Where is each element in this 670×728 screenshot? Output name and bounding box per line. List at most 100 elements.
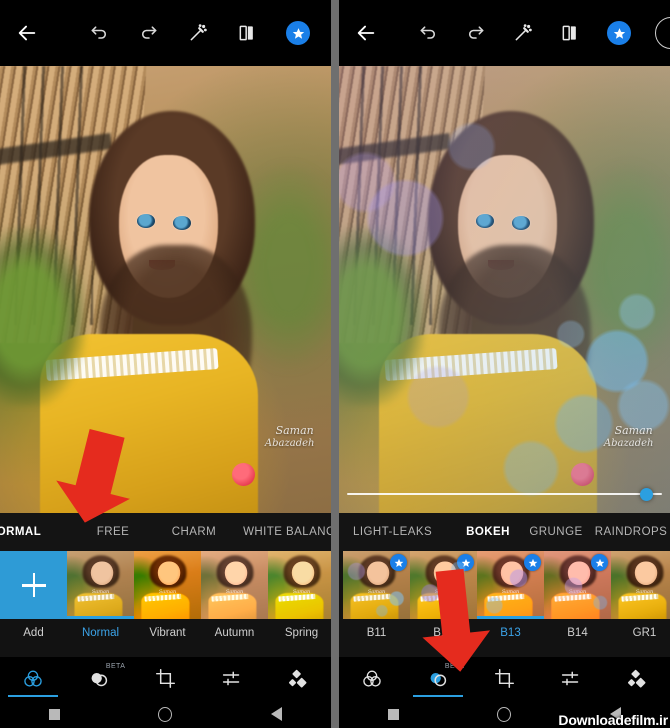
top-toolbar: Next [339,0,670,66]
filter-item-spring[interactable]: Saman Spring [268,551,331,639]
filter-label-add: Add [23,627,44,639]
filter-thumbnail-strip[interactable]: Add Saman Normal Saman Vibrant Saman Aut… [0,551,331,657]
thumbnail-bokeh-overlay [343,551,410,619]
filter-label-normal: Normal [81,627,120,639]
photo-watermark: Saman Abazadeh [604,424,654,450]
active-tool-indicator [413,695,464,697]
overlay-opacity-slider[interactable] [347,487,662,501]
foliage-left [0,226,87,406]
filter-thumbnail-autumn[interactable]: Saman [201,551,268,619]
filter-item-normal[interactable]: Saman Normal [67,551,134,639]
category-tab-bar[interactable]: NORMAL FREE CHARM WHITE BALANCE BLACK & [0,513,331,551]
undo-icon[interactable] [411,16,445,50]
thumbnail-image [201,551,268,619]
category-tab-normal[interactable]: NORMAL [0,526,74,538]
effects-tool-button[interactable] [265,657,331,700]
subject-eye-right [172,216,191,231]
filter-item-vibrant[interactable]: Saman Vibrant [134,551,201,639]
undo-icon[interactable] [82,16,116,50]
blend-tool-button[interactable]: BETA [405,657,471,700]
filters-tool-button[interactable] [0,657,66,700]
filter-thumbnail-gr1[interactable]: Saman [611,551,670,619]
filter-label-vibrant: Vibrant [149,627,186,639]
slider-track[interactable] [347,492,662,496]
filter-thumbnail-vibrant[interactable]: Saman [134,551,201,619]
filter-thumbnail-b11[interactable]: Saman [343,551,410,619]
panel-divider [331,0,339,728]
redo-icon[interactable] [132,16,166,50]
compare-split-icon[interactable] [553,16,587,50]
android-nav-bar[interactable] [0,700,331,728]
filters-tool-button[interactable] [339,657,405,700]
dual-screenshot-comparison: Next Saman Abaz [0,0,670,728]
filter-thumbnail-strip[interactable]: Saman B11 Saman B12 [339,551,670,657]
filter-thumbnail-b14[interactable]: Saman [544,551,611,619]
category-tab-bar[interactable]: LIGHT-LEAKS BOKEH GRUNGE RAINDROPS PAPE [339,513,670,551]
thumbnail-watermark: Saman [225,589,244,596]
blend-tool-button[interactable]: BETA [66,657,132,700]
filter-item-b12[interactable]: Saman B12 [410,551,477,639]
foliage-left [339,226,426,406]
filter-item-gr1[interactable]: Saman GR1 [611,551,670,639]
filter-label-spring: Spring [284,627,319,639]
crop-tool-button[interactable] [471,657,537,700]
category-tab-raindrops[interactable]: RAINDROPS [591,526,670,538]
filter-thumbnail-b12[interactable]: Saman [410,551,477,619]
photo-watermark: Saman Abazadeh [265,424,315,450]
filter-item-autumn[interactable]: Saman Autumn [201,551,268,639]
magic-wand-icon[interactable] [505,16,539,50]
filter-label-b13: B13 [500,627,521,639]
filter-thumbnail-spring[interactable]: Saman [268,551,331,619]
photo-canvas[interactable]: Saman Abazadeh [339,66,670,513]
triangle-left-icon[interactable] [270,707,282,721]
filter-thumbnail-normal[interactable]: Saman [67,551,134,619]
next-button[interactable]: Next [655,17,670,49]
filter-label-b12: B12 [433,627,454,639]
thumbnail-image [611,551,670,619]
thumbnail-bokeh-overlay [477,551,544,619]
circle-icon[interactable] [497,706,512,722]
thumbnail-watermark: Saman [635,589,654,596]
beta-badge: BETA [105,663,126,670]
star-icon[interactable] [286,21,310,45]
thumbnail-bokeh-overlay [544,551,611,619]
photo-watermark-line1: Saman [275,424,314,438]
circle-icon[interactable] [158,706,173,722]
lollipop [570,462,594,487]
photo-image: Saman Abazadeh [339,66,670,513]
adjust-tool-button[interactable] [199,657,265,700]
filter-label-b11: B11 [366,627,387,639]
star-icon[interactable] [607,21,631,45]
filter-item-b11[interactable]: Saman B11 [343,551,410,639]
editor-tool-bar[interactable]: BETA [0,657,331,700]
filter-item-b13[interactable]: Saman B13 [477,551,544,639]
category-tab-bokeh[interactable]: BOKEH [455,526,521,538]
photo-watermark-line2: Abazadeh [603,437,654,449]
square-icon[interactable] [49,708,61,720]
category-tab-grunge[interactable]: GRUNGE [521,526,591,538]
slider-handle[interactable] [640,487,654,501]
magic-wand-icon[interactable] [180,16,214,50]
site-watermark: Downloadefilm.ir [558,712,668,728]
category-tab-charm[interactable]: CHARM [152,526,236,538]
editor-tool-bar[interactable]: BETA [339,657,670,700]
square-icon[interactable] [388,708,400,720]
compare-split-icon[interactable] [230,16,264,50]
filter-item-b14[interactable]: Saman B14 [544,551,611,639]
selected-indicator [67,616,134,619]
crop-tool-button[interactable] [132,657,198,700]
subject-eye-right [511,216,530,231]
panel-left: Next Saman Abaz [0,0,331,728]
effects-tool-button[interactable] [604,657,670,700]
add-filter-thumbnail[interactable] [0,551,67,619]
category-tab-white-balance[interactable]: WHITE BALANCE [236,526,331,538]
filter-item-add[interactable]: Add [0,551,67,639]
redo-icon[interactable] [459,16,493,50]
category-tab-light-leaks[interactable]: LIGHT-LEAKS [353,526,455,538]
arrow-left-icon[interactable] [349,16,383,50]
adjust-tool-button[interactable] [538,657,604,700]
filter-thumbnail-b13[interactable]: Saman [477,551,544,619]
arrow-left-icon[interactable] [10,16,44,50]
photo-canvas[interactable]: Saman Abazadeh [0,66,331,513]
category-tab-free[interactable]: FREE [74,526,152,538]
